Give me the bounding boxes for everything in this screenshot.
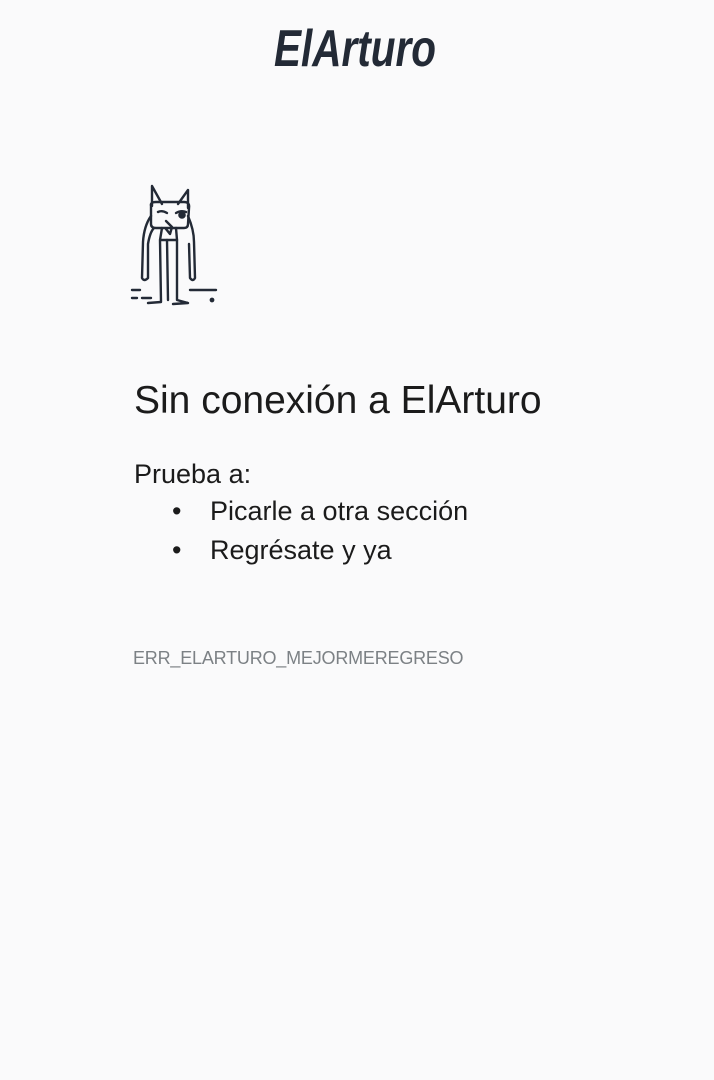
cat-character-icon <box>130 184 218 306</box>
page-title: Sin conexión a ElArturo <box>134 379 542 422</box>
suggestions-intro: Prueba a: <box>134 459 252 489</box>
bullet: • <box>172 496 182 526</box>
offline-cat-illustration <box>130 182 220 310</box>
page-header: ElArturo <box>0 0 714 90</box>
logo-wordmark: ElArturo <box>274 20 436 74</box>
error-code: ERR_ELARTURO_MEJORMEREGRESO <box>133 648 464 668</box>
elarturo-logo[interactable]: ElArturo <box>272 16 440 74</box>
bullet: • <box>172 535 182 565</box>
suggestions-list: • Picarle a otra sección • Regrésate y y… <box>170 495 468 573</box>
suggestion-text: Picarle a otra sección <box>210 496 469 526</box>
suggestion-text: Regrésate y ya <box>210 535 392 565</box>
suggestion-item-other-section: • Picarle a otra sección <box>170 495 468 534</box>
suggestion-item-go-back: • Regrésate y ya <box>170 534 468 573</box>
